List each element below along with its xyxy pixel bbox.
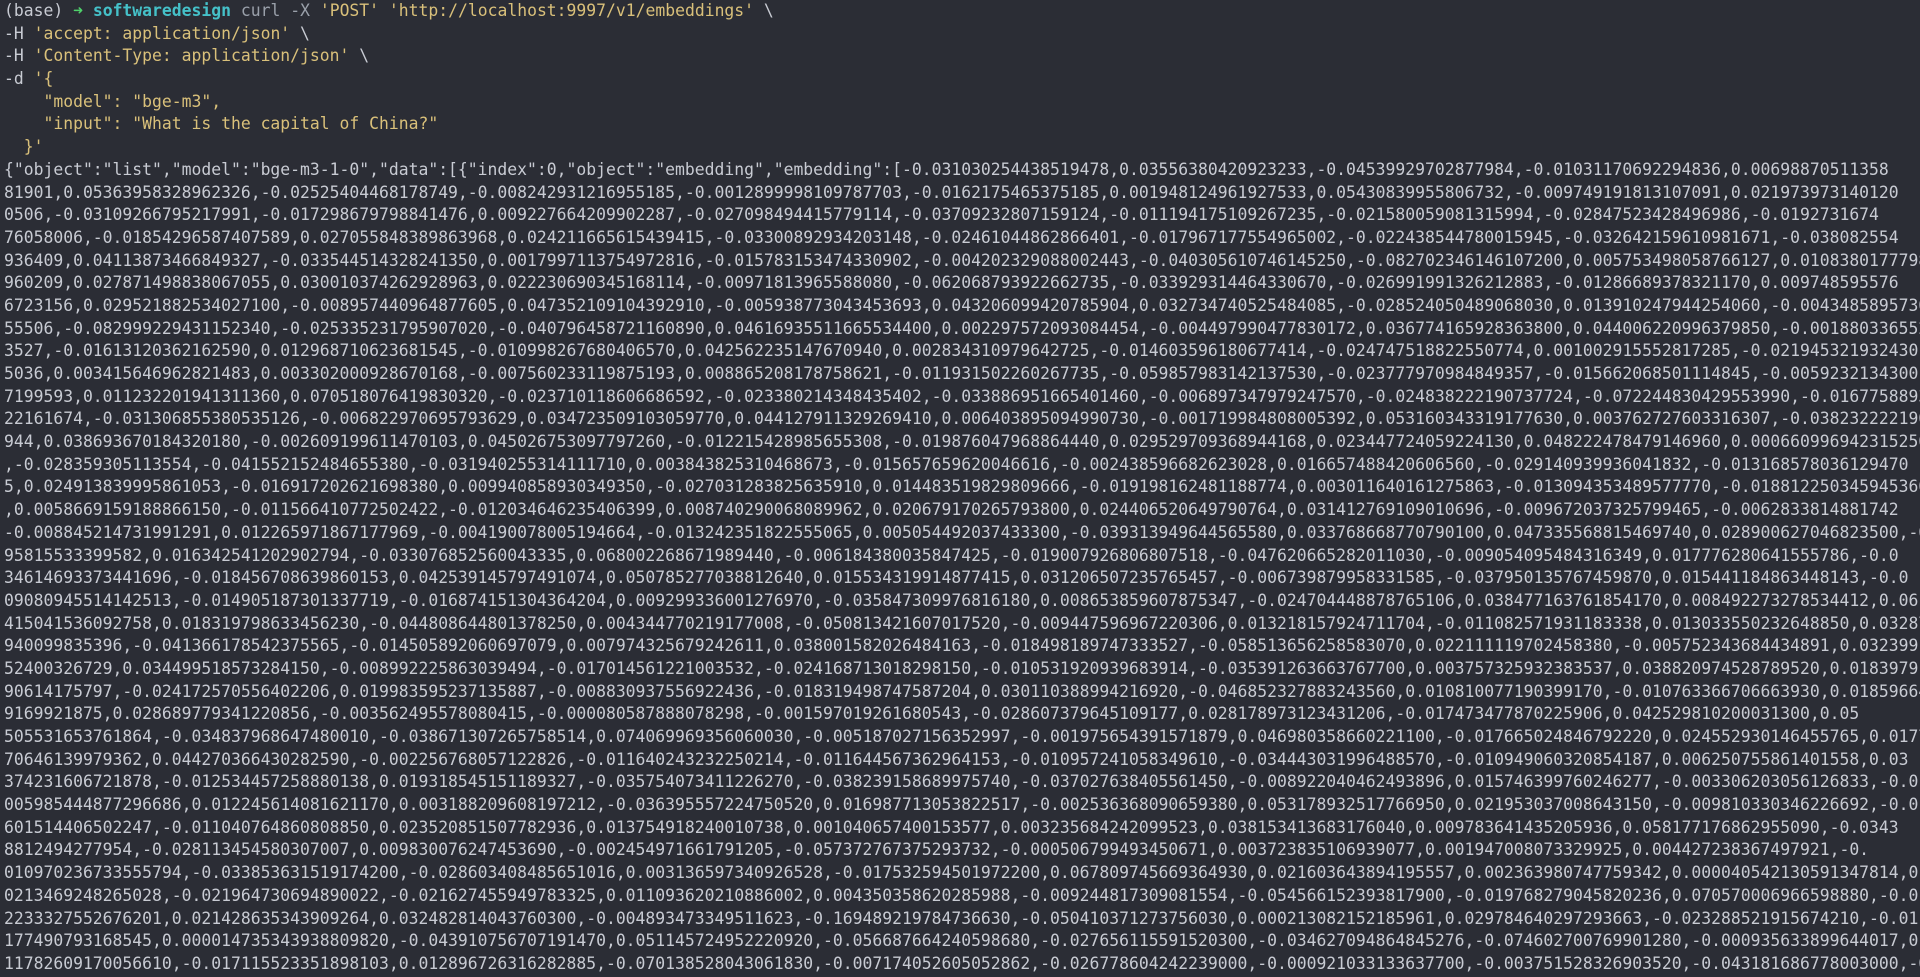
output-line: 76058006,-0.01854296587407589,0.02705584… bbox=[4, 227, 1899, 247]
output-line: 52400326729,0.034499518573284150,-0.0089… bbox=[4, 658, 1919, 678]
terminal-window[interactable]: (base) ➜ softwaredesign curl -X 'POST' '… bbox=[0, 0, 1920, 977]
body-line-model: "model": "bge-m3", bbox=[4, 91, 222, 111]
output-line: 960209,0.027871498838067055,0.0300103742… bbox=[4, 273, 1899, 293]
output-line: 11782609170056610,-0.017115523351898103,… bbox=[4, 953, 1920, 973]
output-line: 8812494277954,-0.028113454580307007,0.00… bbox=[4, 840, 1870, 860]
output-line: 9169921875,0.028689779341220856,-0.00356… bbox=[4, 704, 1860, 724]
body-line-input: "input": "What is the capital of China?" bbox=[4, 114, 439, 134]
data-line-open: -d '{ bbox=[4, 68, 1920, 91]
output-line: 601514406502247,-0.011040764860808850,0.… bbox=[4, 817, 1899, 837]
output-line: 3527,-0.01613120362162590,0.012968710623… bbox=[4, 341, 1919, 361]
request-url: 'http://localhost:9997/v1/embeddings' bbox=[388, 1, 755, 20]
line-continuation: \ bbox=[290, 23, 310, 43]
output-line: -0.008845214731991291,0.0122659718671779… bbox=[4, 522, 1920, 542]
output-line: 5,0.024913839995861053,-0.01691720262169… bbox=[4, 477, 1920, 497]
output-line: 505531653761864,-0.034837968647480010,-0… bbox=[4, 727, 1920, 746]
output-line: 70646139979362,0.044270366430282590,-0.0… bbox=[4, 749, 1909, 769]
output-line: 81901,0.05363958328962326,-0.02525404468… bbox=[4, 182, 1899, 202]
header-value: 'accept: application/json' bbox=[33, 23, 291, 43]
output-line: 415041536092758,0.018319798633456230,-0.… bbox=[4, 613, 1920, 633]
output-line: 936409,0.04113873466849327,-0.0335445143… bbox=[4, 250, 1920, 270]
body-text: '{ bbox=[33, 69, 54, 89]
body-line-close: }' bbox=[4, 137, 44, 157]
output-line: 6723156,0.029521882534027100,-0.00895744… bbox=[4, 295, 1920, 315]
output-line: 90614175797,-0.024172570556402206,0.0199… bbox=[4, 681, 1920, 701]
output-line: 374231606721878,-0.012534457258880138,0.… bbox=[4, 772, 1919, 792]
command-args: -X bbox=[280, 1, 320, 20]
output-line: 95815533399582,0.016342541202902794,-0.0… bbox=[4, 545, 1899, 565]
response-output: {"object":"list","model":"bge-m3-1-0","d… bbox=[4, 159, 1920, 976]
data-flag: -d bbox=[4, 69, 34, 89]
output-line: 22161674,-0.031306855380535126,-0.006822… bbox=[4, 409, 1920, 429]
output-line: 005985444877296686,0.012245614081621170,… bbox=[4, 795, 1920, 815]
output-line: 55506,-0.082999229431152340,-0.025335231… bbox=[4, 318, 1920, 338]
output-line: {"object":"list","model":"bge-m3-1-0","d… bbox=[4, 159, 1889, 179]
header-flag: -H bbox=[4, 23, 34, 43]
output-line: 010970236733555794,-0.033853631519174200… bbox=[4, 863, 1920, 883]
output-line: 940099835396,-0.041366178542375565,-0.01… bbox=[4, 636, 1919, 656]
header-flag: -H bbox=[4, 46, 34, 66]
output-line: ,0.0058669159188866150,-0.01156641077250… bbox=[4, 500, 1899, 520]
output-line: 5036,0.003415646962821483,0.003302000928… bbox=[4, 364, 1919, 383]
output-line: 944,0.038693670184320180,-0.002609199611… bbox=[4, 432, 1920, 452]
current-directory: softwaredesign bbox=[92, 1, 231, 20]
line-continuation: \ bbox=[754, 1, 774, 20]
output-line: 09080945514142513,-0.014905187301337719,… bbox=[4, 590, 1919, 610]
prompt-line: (base) ➜ softwaredesign curl -X 'POST' '… bbox=[4, 0, 1920, 23]
output-line: 2233327552676201,0.021428635343909264,0.… bbox=[4, 908, 1919, 928]
output-line: 7199593,0.011232201941311360,0.070518076… bbox=[4, 386, 1920, 406]
output-line: 0213469248265028,-0.021964730694890022,-… bbox=[4, 885, 1919, 905]
header-value: 'Content-Type: application/json' bbox=[33, 46, 350, 66]
prompt-arrow-icon: ➜ bbox=[73, 1, 83, 20]
http-method: 'POST' bbox=[319, 1, 380, 20]
output-line: 177490793168545,0.000014735343938809820,… bbox=[4, 931, 1920, 951]
output-line: ,-0.028359305113554,-0.04155215248465538… bbox=[4, 454, 1909, 474]
line-continuation: \ bbox=[349, 46, 370, 66]
output-line: 0506,-0.03109266795217991,-0.01729867979… bbox=[4, 205, 1879, 225]
output-line: 34614693373441696,-0.018456708639860153,… bbox=[4, 568, 1909, 588]
command-name: curl bbox=[240, 1, 281, 20]
header-line-accept: -H 'accept: application/json' \ bbox=[4, 23, 1920, 46]
conda-env: (base) bbox=[4, 1, 74, 20]
header-line-content-type: -H 'Content-Type: application/json' \ bbox=[4, 45, 1920, 68]
